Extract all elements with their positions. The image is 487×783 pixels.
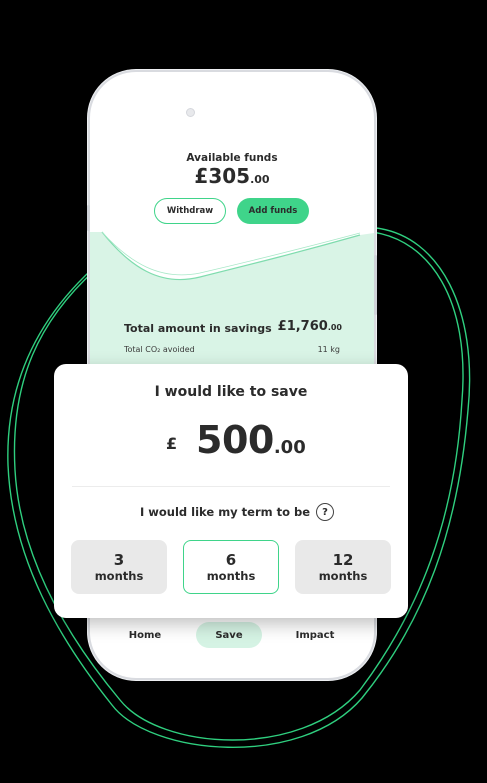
phone-side-button xyxy=(374,255,377,315)
savings-area-chart xyxy=(90,231,374,387)
withdraw-button[interactable]: Withdraw xyxy=(154,198,226,224)
save-amount-main: 500 xyxy=(196,418,274,462)
term-number: 6 xyxy=(225,550,237,569)
term-number: 12 xyxy=(332,550,354,569)
save-amount[interactable]: 500.00 xyxy=(196,418,306,462)
camera-icon xyxy=(186,108,195,117)
term-option-3-months[interactable]: 3 months xyxy=(71,540,167,594)
term-unit: months xyxy=(318,568,368,583)
available-funds-label: Available funds xyxy=(186,152,278,164)
co2-avoided-value: 11 kg xyxy=(317,345,340,354)
nav-home[interactable]: Home xyxy=(120,622,170,648)
funds-amount-main: £305 xyxy=(194,164,251,188)
total-savings-label: Total amount in savings xyxy=(124,322,272,335)
add-funds-button[interactable]: Add funds xyxy=(237,198,309,224)
savings-amount-main: £1,760 xyxy=(277,319,328,334)
save-card: I would like to save £ 500.00 I would li… xyxy=(54,364,408,618)
save-card-title: I would like to save xyxy=(154,384,308,400)
currency-symbol: £ xyxy=(166,434,178,453)
available-funds-amount: £305.00 xyxy=(90,164,374,188)
bottom-nav: Home Save Impact xyxy=(90,622,374,652)
term-option-6-months[interactable]: 6 months xyxy=(183,540,279,594)
term-label: I would like my term to be xyxy=(140,505,311,519)
phone-side-button xyxy=(87,205,90,231)
savings-amount-decimal: .00 xyxy=(327,323,342,332)
help-icon[interactable]: ? xyxy=(316,503,334,521)
funds-amount-decimal: .00 xyxy=(250,173,270,186)
nav-impact[interactable]: Impact xyxy=(285,622,345,648)
term-option-12-months[interactable]: 12 months xyxy=(295,540,391,594)
nav-save[interactable]: Save xyxy=(196,622,262,648)
term-unit: months xyxy=(94,568,144,583)
save-amount-decimal: .00 xyxy=(273,437,306,458)
co2-avoided-label: Total CO₂ avoided xyxy=(124,345,195,354)
divider xyxy=(72,486,390,487)
total-savings-amount: £1,760.00 xyxy=(278,319,342,334)
term-number: 3 xyxy=(113,550,125,569)
term-unit: months xyxy=(206,568,256,583)
